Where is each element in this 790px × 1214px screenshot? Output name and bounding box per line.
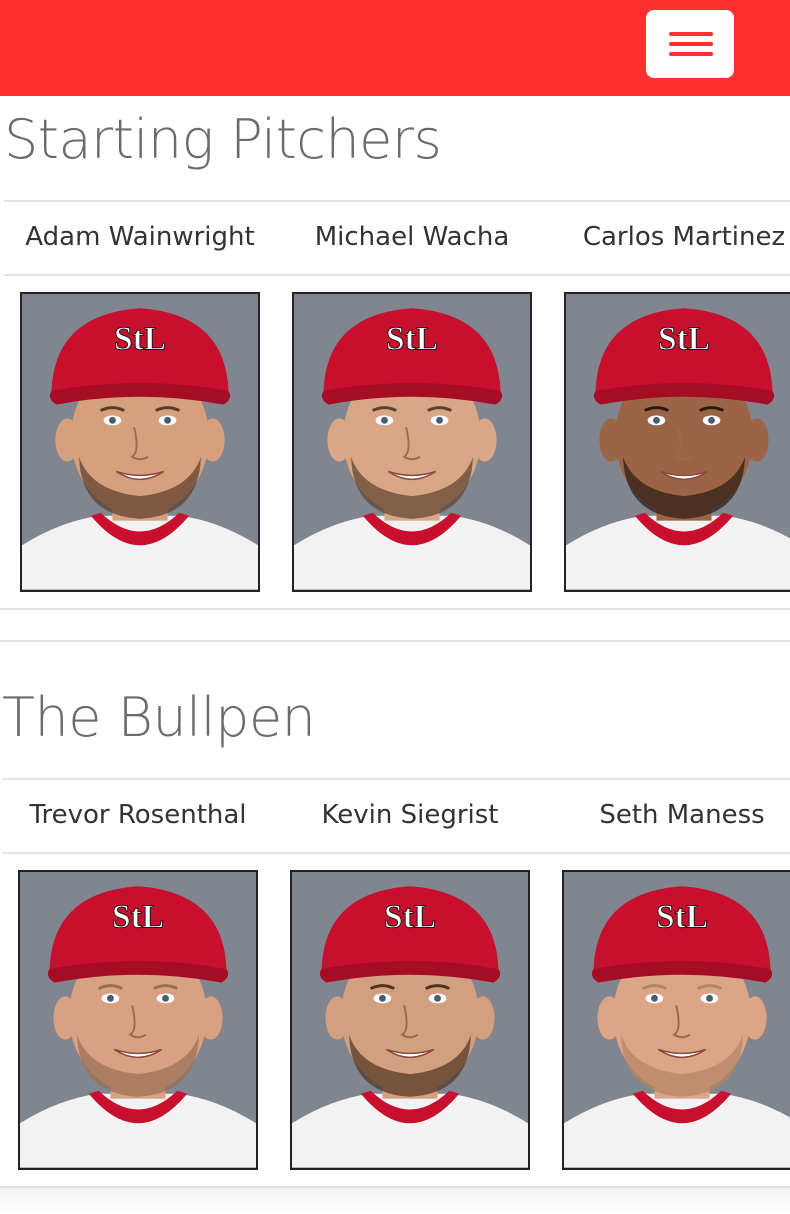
section-title-starting-pitchers: Starting Pitchers: [4, 108, 442, 171]
divider: [0, 640, 790, 642]
player-name: Kevin Siegrist: [321, 800, 499, 830]
player-name: Seth Maness: [599, 800, 765, 830]
hamburger-icon: [669, 32, 713, 36]
player-portrait: StL: [20, 872, 256, 1168]
svg-text:StL: StL: [658, 321, 710, 358]
hamburger-icon-middle: [669, 42, 713, 46]
player-portrait: StL: [566, 294, 790, 590]
player-photo[interactable]: StL: [564, 292, 790, 592]
player-name: Carlos Martinez: [582, 222, 786, 252]
player-photo[interactable]: StL: [292, 292, 532, 592]
player-portrait: StL: [294, 294, 530, 590]
player-photo[interactable]: StL: [18, 870, 258, 1170]
svg-text:StL: StL: [112, 899, 164, 936]
svg-text:StL: StL: [114, 321, 166, 358]
divider: [2, 778, 790, 780]
svg-text:StL: StL: [384, 899, 436, 936]
menu-toggle-button[interactable]: [646, 10, 734, 78]
player-portrait: StL: [564, 872, 790, 1168]
player-photo[interactable]: StL: [20, 292, 260, 592]
divider: [0, 608, 790, 610]
player-photo[interactable]: StL: [562, 870, 790, 1170]
section-title-bullpen: The Bullpen: [2, 686, 316, 749]
player-name: Adam Wainwright: [25, 222, 255, 252]
hamburger-icon-bottom: [669, 52, 713, 56]
svg-text:StL: StL: [656, 899, 708, 936]
player-portrait: StL: [22, 294, 258, 590]
player-portrait: StL: [292, 872, 528, 1168]
footer-shadow: [0, 1188, 790, 1214]
divider: [2, 852, 790, 854]
player-name: Trevor Rosenthal: [29, 800, 247, 830]
svg-text:StL: StL: [386, 321, 438, 358]
player-name: Michael Wacha: [314, 222, 510, 252]
divider: [4, 200, 790, 202]
navbar: [0, 0, 790, 96]
player-photo[interactable]: StL: [290, 870, 530, 1170]
divider: [4, 274, 790, 276]
